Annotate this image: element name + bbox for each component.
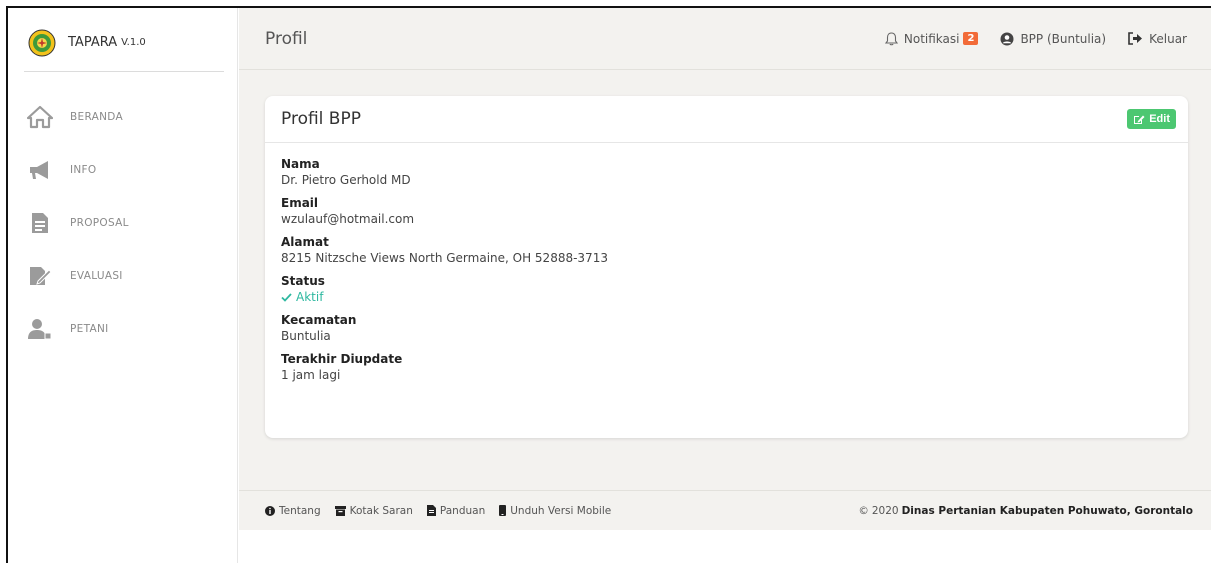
edit-label: Edit	[1149, 113, 1170, 125]
field-label: Kecamatan	[281, 313, 357, 327]
logout-label: Keluar	[1149, 31, 1187, 46]
field-label: Alamat	[281, 235, 329, 249]
footer-link-tentang[interactable]: Tentang	[265, 505, 321, 517]
top-actions: Notifikasi 2 BPP (Buntulia) Keluar	[884, 31, 1187, 46]
notifications-label: Notifikasi	[903, 31, 960, 46]
edit-button[interactable]: Edit	[1127, 109, 1176, 129]
notifications-badge: 2	[963, 32, 979, 45]
field-alamat: Alamat 8215 Nitzsche Views North Germain…	[281, 235, 1172, 266]
footer-link-unduh-mobile[interactable]: Unduh Versi Mobile	[499, 505, 611, 517]
field-kecamatan: Kecamatan Buntulia	[281, 313, 1172, 344]
mobile-icon	[499, 505, 507, 516]
footer-link-panduan[interactable]: Panduan	[426, 504, 486, 517]
signature-icon	[26, 262, 54, 290]
sidebar-item-label: INFO	[70, 163, 97, 176]
user-circle-icon	[1000, 32, 1014, 45]
page-title: Profil	[265, 28, 308, 49]
logout-button[interactable]: Keluar	[1128, 32, 1187, 46]
user-label: BPP (Buntulia)	[1020, 31, 1107, 46]
footer-links: Tentang Kotak Saran Panduan Unduh Versi …	[265, 505, 611, 517]
megaphone-icon	[26, 156, 54, 184]
brand-version: V.1.0	[121, 37, 146, 48]
sidebar-item-beranda[interactable]: BERANDA	[8, 90, 238, 143]
app-window: TAPARA V.1.0 BERANDA INFO PROPOSAL EVALU…	[6, 6, 1211, 563]
bottom-area	[239, 530, 1211, 563]
sidebar-item-label: EVALUASI	[70, 269, 123, 282]
topbar: Profil Notifikasi 2 BPP (Buntulia) Kelua…	[239, 8, 1211, 70]
document-icon	[26, 209, 54, 237]
sidebar-item-petani[interactable]: PETANI	[8, 302, 238, 355]
edit-icon	[1134, 115, 1145, 124]
home-icon	[26, 103, 54, 131]
profile-card: Profil BPP Edit Nama Dr. Pietro Gerhold …	[265, 96, 1188, 438]
field-nama: Nama Dr. Pietro Gerhold MD	[281, 157, 1172, 188]
footer-link-label: Tentang	[279, 504, 321, 517]
brand[interactable]: TAPARA V.1.0	[24, 24, 224, 72]
footer-link-label: Panduan	[439, 504, 486, 517]
sidebar-item-label: PETANI	[70, 322, 109, 335]
footer-link-label: Unduh Versi Mobile	[510, 504, 612, 517]
sidebar: TAPARA V.1.0 BERANDA INFO PROPOSAL EVALU…	[8, 8, 238, 563]
copyright-org: Dinas Pertanian Kabupaten Pohuwato, Goro…	[901, 504, 1193, 517]
user-icon	[26, 315, 54, 343]
notifications-button[interactable]: Notifikasi 2	[884, 31, 979, 46]
field-label: Nama	[281, 157, 320, 171]
field-value: wzulauf@hotmail.com	[281, 212, 415, 226]
card-body: Nama Dr. Pietro Gerhold MD Email wzulauf…	[265, 143, 1188, 405]
field-label: Status	[281, 274, 325, 288]
sidebar-item-proposal[interactable]: PROPOSAL	[8, 196, 238, 249]
copyright-year: 2020	[871, 504, 899, 517]
status-text: Aktif	[296, 290, 324, 304]
copyright: © 2020 Dinas Pertanian Kabupaten Pohuwat…	[858, 505, 1193, 517]
logo-icon	[28, 29, 56, 56]
status-value: Aktif	[281, 289, 1172, 305]
bell-icon	[884, 31, 898, 45]
copyright-icon: ©	[858, 504, 869, 517]
user-menu-button[interactable]: BPP (Buntulia)	[1000, 32, 1106, 46]
info-icon	[265, 505, 275, 516]
inbox-icon	[334, 505, 346, 516]
field-terakhir-diupdate: Terakhir Diupdate 1 jam lagi	[281, 352, 1172, 383]
check-icon	[281, 292, 292, 302]
footer-link-label: Kotak Saran	[349, 504, 413, 517]
field-value: Buntulia	[281, 329, 331, 343]
logout-icon	[1128, 32, 1143, 45]
card-title: Profil BPP	[281, 109, 361, 129]
field-value: Dr. Pietro Gerhold MD	[281, 173, 411, 187]
sidebar-item-info[interactable]: INFO	[8, 143, 238, 196]
field-label: Terakhir Diupdate	[281, 352, 403, 366]
field-value: 8215 Nitzsche Views North Germaine, OH 5…	[281, 251, 608, 265]
main-content: Profil Notifikasi 2 BPP (Buntulia) Kelua…	[239, 8, 1211, 563]
sidebar-item-evaluasi[interactable]: EVALUASI	[8, 249, 238, 302]
card-header: Profil BPP Edit	[265, 96, 1188, 143]
field-label: Email	[281, 196, 319, 210]
field-email: Email wzulauf@hotmail.com	[281, 196, 1172, 227]
field-value: 1 jam lagi	[281, 368, 341, 382]
brand-name: TAPARA	[68, 35, 118, 50]
pdf-file-icon	[426, 505, 436, 516]
sidebar-item-label: BERANDA	[70, 110, 123, 123]
sidebar-nav: BERANDA INFO PROPOSAL EVALUASI PETANI	[8, 90, 238, 355]
field-status: Status Aktif	[281, 274, 1172, 305]
sidebar-item-label: PROPOSAL	[70, 216, 129, 229]
footer-link-kotak-saran[interactable]: Kotak Saran	[334, 504, 413, 517]
footer: Tentang Kotak Saran Panduan Unduh Versi …	[239, 490, 1211, 530]
